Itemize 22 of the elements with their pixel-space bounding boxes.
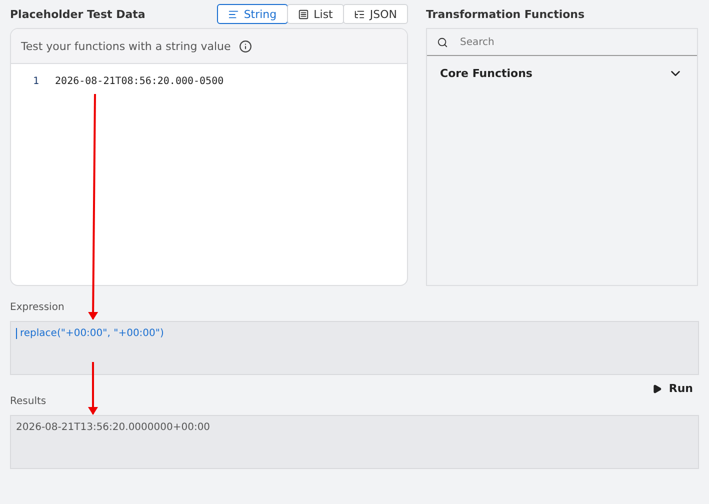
field-label: Expression (10, 302, 66, 313)
panel-hint: Test your functions with a string value (21, 40, 231, 52)
lines-icon (228, 8, 239, 20)
field-label: Results (10, 396, 48, 407)
play-icon (652, 384, 662, 394)
search-icon (437, 36, 448, 48)
run-button[interactable]: Run (646, 381, 699, 396)
accordion-header[interactable]: Core Functions (427, 56, 697, 90)
line-number: 1 (33, 76, 40, 87)
list-icon (298, 8, 309, 20)
expression-field[interactable]: replace("+00:00", "+00:00") (10, 321, 699, 375)
tree-list-icon (354, 8, 365, 20)
annotation-arrow (88, 362, 98, 415)
info-icon[interactable] (238, 40, 252, 52)
results-field: 2026-08-21T13:56:20.0000000+00:00 (10, 415, 699, 469)
search-field[interactable]: Search (458, 36, 662, 48)
mode-tab[interactable]: JSON (342, 4, 408, 24)
section-heading: Placeholder Test Data (10, 8, 146, 20)
mode-tab[interactable]: List (286, 4, 344, 24)
code-line: 2026-08-21T08:56:20.000-0500 (55, 76, 224, 87)
section-heading: Transformation Functions (426, 8, 585, 20)
mode-tab[interactable]: String (216, 4, 288, 24)
